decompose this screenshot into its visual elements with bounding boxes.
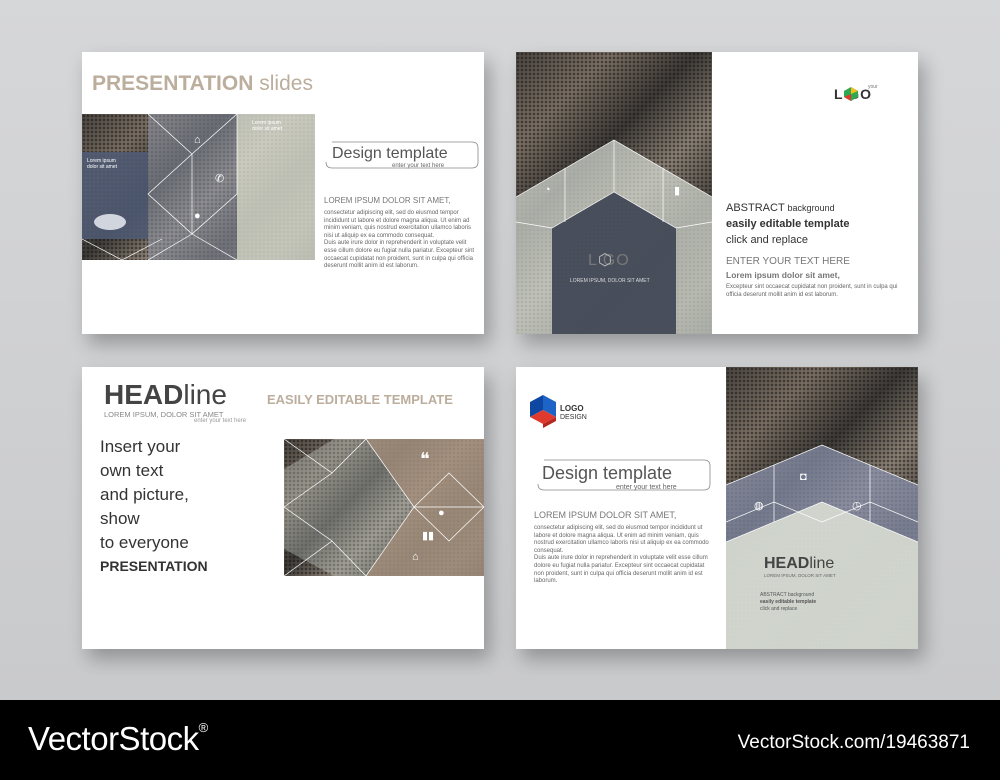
slide4-lorem-body: consectetur adipiscing elit, sed do eius… [534,525,709,585]
location-icon: ● [194,210,201,222]
slide1-title-light: slides [259,72,313,95]
slide2-lorem-body: Excepteur sint occaecat cupidatat non pr… [726,284,898,298]
slide4-head-bold: HEAD [764,555,810,572]
slide2-enter-caps: ENTER YOUR TEXT HERE [726,256,850,267]
slide1-title-bold: PRESENTATION [92,72,254,95]
slide3-insert-line-2: own text [100,461,164,480]
slide3-insert-line-3: and picture, [100,485,189,504]
hexagon-logo-icon: ⬡ [598,252,612,269]
chart-icon: ◔ [544,184,551,196]
phone-icon: ✆ [215,173,225,185]
slide4-enter-text: enter your text here [616,484,677,491]
registered-mark: ® [198,720,209,735]
slide4-easily-small: easily editable template [760,599,817,605]
slide3-headline: HEADline [104,379,227,411]
globe-icon: ◍ [754,500,764,512]
slide2-click: click and replace [726,234,808,246]
slide2-lorem-short: Lorem ipsum dolor sit amet, [726,270,840,280]
slide3-head-bold: HEAD [104,379,184,410]
slide3-insert-line-4: show [100,509,140,528]
slide3-insert-line-5: to everyone [100,533,189,552]
logo-cube-icon [530,395,556,428]
home-icon: ⌂ [194,134,201,146]
slide4-head-light: line [809,555,835,572]
home-icon: ⌂ [412,551,419,563]
slide3-triangle-overlay [284,439,484,576]
slide-presentation[interactable]: PRESENTATION slides ⌂ ✆ ● Lorem ipsum do… [82,52,484,334]
slide4-head-sub: LOREM IPSUM, DOLOR SIT AMET [764,573,836,578]
slide4-head: HEADline [764,555,834,573]
slide4-click-small: click and replace [760,606,798,612]
slide1-enter-text: enter your text here [392,163,445,169]
slide1-lorem-body: consectetur adipiscing elit, sed do eius… [324,210,475,270]
slide-headline[interactable]: HEADline EASILY EDITABLE TEMPLATE LOREM … [82,367,484,649]
slide3-insert-line-1: Insert your [100,437,181,456]
slide3-head-light: line [183,379,227,410]
slide1-panel-heading: Lorem ipsum dolor sit amet [87,158,118,170]
quote-icon: ❝ [420,449,430,469]
slide-design-template[interactable]: LOGO DESIGN Design template enter your t… [516,367,918,649]
slide3-presentation: PRESENTATION [100,558,208,574]
slide4-logo-line1: LOGO [560,404,584,413]
slide4-abstract-small: ABSTRACT background [760,592,815,598]
slide2-abstract-word: ABSTRACT [726,202,785,214]
slide2-center-caption: LOREM IPSUM, DOLOR SIT AMET [570,278,650,284]
bar-chart-icon: ▮ [674,185,681,197]
slide1-panel-heading-right: Lorem ipsum dolor sit amet [252,120,283,132]
watermark-footer: VectorStock® VectorStock.com/19463871 [0,700,1000,780]
slide-abstract[interactable]: ◔ ▮ L GO ⬡ LOREM IPSUM, DOLOR SIT AMET y… [516,52,918,334]
slide2-easily: easily editable template [726,218,850,230]
slide4-lorem-heading: LOREM IPSUM DOLOR SIT AMET, [534,510,677,520]
map-pin-icon: ● [438,507,445,519]
clock-icon: ◷ [852,500,862,512]
slide4-logo-line2: DESIGN [560,414,587,421]
slide1-title: PRESENTATION slides [92,72,313,96]
bar-chart-icon: ▮▮ [422,530,435,542]
slide2-background-word: background [787,203,835,213]
image-id[interactable]: VectorStock.com/19463871 [738,732,970,754]
logo-hexagon-icon [844,87,858,101]
vectorstock-logo[interactable]: VectorStock® [28,720,208,758]
slide2-abstract: ABSTRACT background [726,202,835,214]
camera-icon: ◘ [800,471,807,483]
slide1-lorem-heading: LOREM IPSUM DOLOR SIT AMET, [324,196,451,205]
slide3-easily: EASILY EDITABLE TEMPLATE [267,392,453,407]
slide3-sub2: enter your text here [194,418,247,424]
brand-text: VectorStock [28,720,199,757]
